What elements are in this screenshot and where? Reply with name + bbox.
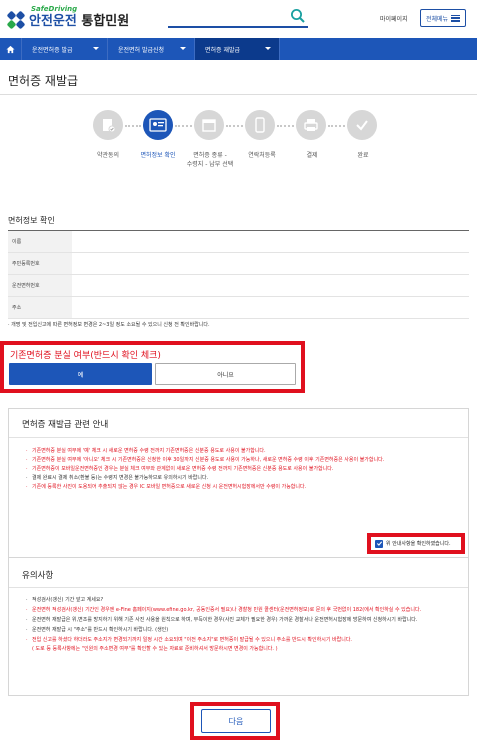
nav-item-license-issue[interactable]: 운전면허증 발급 bbox=[22, 38, 108, 60]
list-item: 적성검사(갱신) 기간 앞고 계세요? bbox=[26, 596, 456, 605]
hamburger-icon bbox=[451, 14, 461, 22]
step-connector bbox=[175, 125, 192, 127]
row-value bbox=[72, 231, 469, 252]
confirm-label: 위 안내사항을 확인하였습니다. bbox=[386, 541, 451, 547]
logo-mark-icon bbox=[6, 10, 26, 30]
divider bbox=[9, 437, 468, 438]
chevron-down-icon bbox=[93, 47, 99, 50]
search-icon[interactable] bbox=[290, 8, 306, 24]
notes-title: 유의사항 bbox=[22, 571, 54, 581]
breadcrumb-nav: 운전면허증 발급 운전면허 발급신청 면허증 재발급 bbox=[0, 38, 477, 60]
row-value bbox=[72, 275, 469, 296]
step-2-license-card-icon bbox=[143, 110, 173, 140]
nav-item-issue-request[interactable]: 운전면허 발급신청 bbox=[108, 38, 195, 60]
table-row: 주민등록번호 bbox=[8, 253, 469, 275]
logo-korean: 안전운전 통합민원 bbox=[29, 14, 130, 29]
divider bbox=[0, 94, 477, 95]
list-item: 전입 신고를 하셨다 하더라도 주소지가 변경되기까지 일정 시간 소요되며 "… bbox=[26, 636, 456, 654]
list-item: 기존면허증 분실 여부에 '아니오' 체크 시 기존면허증은 신청한 이후 30… bbox=[26, 456, 456, 465]
list-item: 운전면허 적성검사(갱신) 기간인 경우엔 e-Fine 홈페이지(www.ef… bbox=[26, 606, 456, 615]
list-item: 기존면허증 분실 여부에 '예' 체크 시 새로운 면허증 수령 전까지 기존면… bbox=[26, 447, 456, 456]
lost-yes-button[interactable]: 예 bbox=[9, 363, 152, 385]
row-label: 이름 bbox=[8, 231, 72, 252]
nav-item-reissue[interactable]: 면허증 재발급 bbox=[195, 38, 280, 60]
table-row: 이름 bbox=[8, 231, 469, 253]
next-button[interactable]: 다음 bbox=[201, 709, 271, 733]
step-label: 약관동의 bbox=[96, 152, 120, 159]
step-6-checkmark-icon bbox=[347, 110, 377, 140]
lost-no-button[interactable]: 아니요 bbox=[155, 363, 296, 385]
all-menu-label: 전체메뉴 bbox=[425, 15, 449, 23]
checkbox-checked-icon[interactable] bbox=[375, 539, 383, 548]
step-connector bbox=[277, 125, 294, 127]
step-label: 연락처등록 bbox=[248, 152, 276, 159]
list-item: 기존에 등록한 사진이 도용되어 추출되지 않는 경우 IC 모바일 면허증으로… bbox=[26, 483, 456, 492]
step-connector bbox=[125, 125, 141, 127]
step-5-printer-icon bbox=[296, 110, 326, 140]
step-label: 면허정보 확인 bbox=[140, 152, 176, 159]
all-menu-button[interactable]: 전체메뉴 bbox=[420, 9, 466, 27]
list-item: 기존면허증이 모바일운전면허증인 경우는 분실 체크 여부와 관계없이 새로운 … bbox=[26, 465, 456, 474]
lost-question-title: 기존면허증 분실 여부(반드시 확인 체크) bbox=[10, 351, 161, 361]
step-3-calendar-icon bbox=[194, 110, 224, 140]
guide-title: 면허증 재발급 관련 안내 bbox=[22, 420, 109, 430]
guide-list: 기존면허증 분실 여부에 '예' 체크 시 새로운 면허증 수령 전까지 기존면… bbox=[26, 447, 456, 492]
row-value bbox=[72, 253, 469, 274]
list-item: 결제 완료시 결제 취소(환불 등)는 수령지 변경은 불가능하므로 유의하시기… bbox=[26, 474, 456, 483]
notes-list: 적성검사(갱신) 기간 앞고 계세요? 운전면허 적성검사(갱신) 기간인 경우… bbox=[26, 596, 456, 655]
list-item: 운전면허 재발급 시 "주소"를 반드시 확인하시기 바랍니다. (생인) bbox=[26, 626, 456, 635]
logo-english: SafeDriving bbox=[31, 5, 78, 13]
list-item: 운전면허 재발급은 위,변조를 방지하기 위해 기존 사진 사용을 원칙으로 하… bbox=[26, 616, 456, 625]
step-label: 결제 bbox=[306, 152, 318, 159]
page-title: 면허증 재발급 bbox=[8, 74, 79, 88]
step-label: 면허증 종류 - 수령지 - 납부 선택 bbox=[186, 152, 234, 168]
mypage-link[interactable]: 마이페이지 bbox=[380, 14, 408, 23]
step-connector bbox=[226, 125, 243, 127]
site-header: SafeDriving 안전운전 통합민원 마이페이지 전체메뉴 bbox=[0, 0, 477, 38]
home-icon[interactable] bbox=[0, 38, 22, 60]
site-logo[interactable]: SafeDriving 안전운전 통합민원 bbox=[6, 4, 130, 30]
row-value bbox=[72, 297, 469, 318]
step-1-document-check-icon bbox=[93, 110, 123, 140]
table-row: 주소 bbox=[8, 297, 469, 319]
license-info-table: 이름 주민등록번호 운전면허번호 주소 bbox=[8, 231, 469, 319]
chevron-down-icon bbox=[180, 47, 186, 50]
divider bbox=[9, 587, 468, 588]
chevron-down-icon bbox=[265, 47, 271, 50]
search-input[interactable] bbox=[168, 8, 308, 28]
row-label: 운전면허번호 bbox=[8, 275, 72, 296]
step-4-phone-icon bbox=[245, 110, 275, 140]
step-label: 완료 bbox=[357, 152, 369, 159]
table-row: 운전면허번호 bbox=[8, 275, 469, 297]
row-label: 주민등록번호 bbox=[8, 253, 72, 274]
info-note: · 개명 및 전입신고에 따른 면허정보 변경은 2~3일 정도 소요될 수 있… bbox=[8, 322, 210, 328]
row-label: 주소 bbox=[8, 297, 72, 318]
confirm-checkbox[interactable]: 위 안내사항을 확인하였습니다. bbox=[367, 533, 465, 554]
step-connector bbox=[328, 125, 345, 127]
license-info-title: 면허정보 확인 bbox=[8, 216, 55, 225]
